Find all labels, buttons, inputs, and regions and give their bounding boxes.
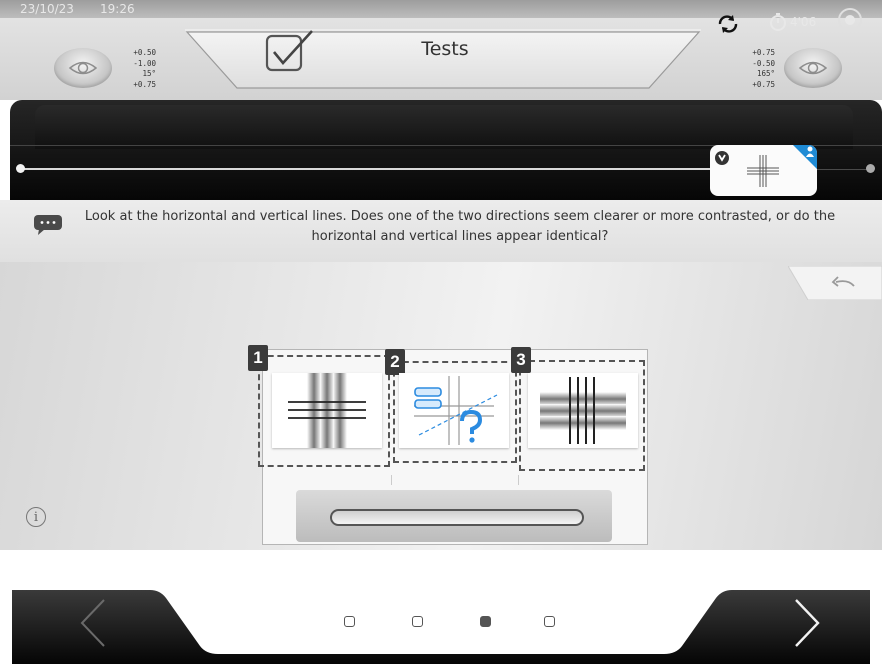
speech-bubble-icon	[33, 214, 63, 236]
left-prescription: +0.50 -1.00 15° +0.75	[110, 48, 156, 90]
vertical-blur-horizontal-sharp-icon	[272, 373, 382, 448]
rx-right-axis: 165°	[756, 69, 775, 78]
rx-right-sphere: +0.75	[752, 48, 775, 57]
timer-value: 4'06	[790, 15, 817, 29]
choice-1-number: 1	[248, 345, 268, 371]
previous-button[interactable]	[70, 596, 120, 650]
right-eye-icon[interactable]	[784, 48, 842, 88]
page-dot-2[interactable]	[412, 616, 423, 627]
choice-3-number: 3	[511, 347, 531, 373]
rx-left-addition: +0.75	[133, 79, 156, 89]
choice-2-number: 2	[385, 349, 405, 375]
next-button[interactable]	[780, 596, 830, 650]
test-sequence-inner	[35, 105, 853, 149]
rx-right-addition: +0.75	[752, 79, 775, 89]
page-dot-3[interactable]	[480, 616, 491, 627]
rx-left-cylinder: -1.00	[133, 58, 156, 68]
back-tab[interactable]	[788, 266, 882, 300]
progress-end-dot	[866, 164, 875, 173]
page-dot-1[interactable]	[344, 616, 355, 627]
cross-test-icon	[745, 153, 781, 193]
rx-right-cylinder: -0.50	[752, 58, 775, 68]
rx-left-sphere: +0.50	[133, 48, 156, 57]
record-icon[interactable]	[838, 8, 862, 32]
horizontal-blur-vertical-sharp-icon	[528, 373, 638, 448]
info-icon[interactable]: i	[26, 507, 46, 527]
progress-line-remaining	[815, 169, 871, 170]
identical-question-icon	[399, 373, 509, 448]
sync-icon[interactable]	[716, 14, 740, 38]
rx-left-axis: 15°	[142, 69, 156, 78]
answer-slider[interactable]	[330, 509, 584, 526]
progress-line	[20, 168, 712, 170]
chevron-right-icon	[795, 599, 820, 647]
person-icon	[805, 146, 815, 160]
current-test-card[interactable]	[710, 145, 817, 196]
separator	[391, 475, 392, 485]
checklist-icon	[264, 30, 316, 80]
instruction-text: Look at the horizontal and vertical line…	[84, 209, 836, 244]
right-prescription: +0.75 -0.50 165° +0.75	[729, 48, 775, 90]
separator	[518, 475, 519, 485]
stopwatch-icon	[768, 12, 788, 36]
bottom-nav-frame	[12, 590, 870, 664]
chevron-left-icon	[80, 599, 105, 647]
page-dot-4[interactable]	[544, 616, 555, 627]
status-date: 23/10/23	[20, 2, 74, 16]
page-title: Tests	[421, 38, 469, 60]
progress-start-dot	[16, 164, 25, 173]
left-eye-icon[interactable]	[54, 48, 112, 88]
status-time: 19:26	[100, 2, 135, 16]
eye-badge-icon	[715, 151, 729, 165]
